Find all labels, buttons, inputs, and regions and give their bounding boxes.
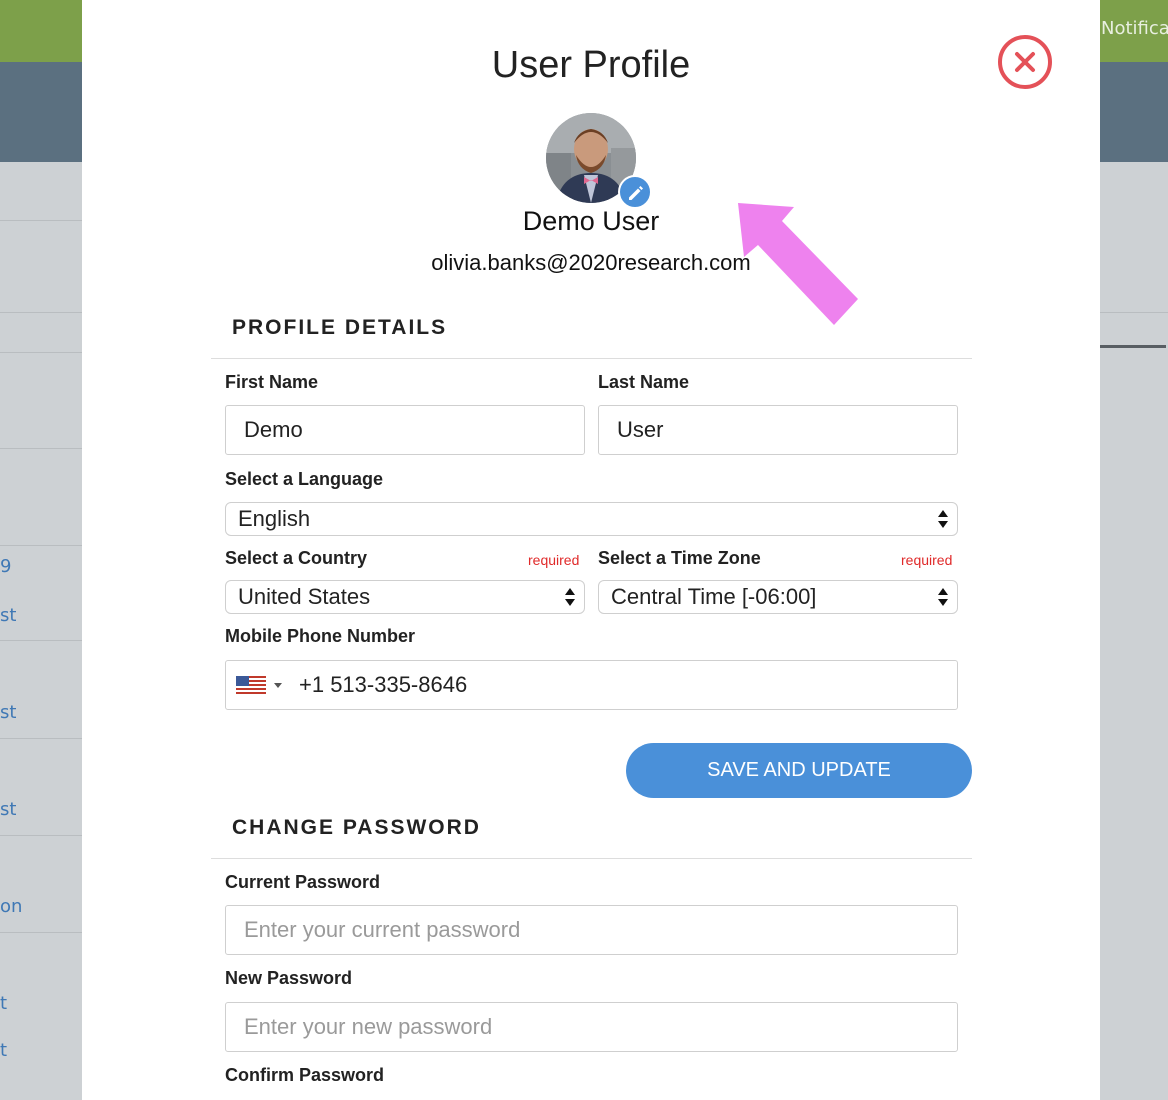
profile-details-heading: PROFILE DETAILS	[232, 316, 448, 339]
select-caret-icon	[938, 510, 948, 528]
confirm-password-label: Confirm Password	[225, 1065, 385, 1085]
background-link[interactable]: t	[0, 1040, 7, 1061]
new-password-input[interactable]: Enter your new password	[225, 1002, 958, 1052]
last-name-label: Last Name	[598, 372, 690, 392]
country-required-badge: required	[528, 552, 580, 568]
new-password-label: New Password	[225, 968, 353, 988]
background-row-divider	[0, 448, 82, 449]
language-label: Select a Language	[225, 469, 384, 489]
notifications-label[interactable]: Notifica	[1101, 18, 1168, 39]
country-label: Select a Country	[225, 548, 368, 568]
edit-avatar-button[interactable]	[618, 175, 652, 209]
close-button[interactable]	[998, 35, 1052, 89]
country-select-value: United States	[238, 584, 371, 609]
phone-input[interactable]: +1 513-335-8646	[225, 660, 958, 710]
modal-title: User Profile	[491, 44, 691, 86]
background-row-divider	[0, 220, 82, 221]
background-row-divider	[0, 352, 82, 353]
background-link[interactable]: st	[0, 605, 16, 626]
language-select[interactable]: English	[225, 502, 958, 536]
language-select-value: English	[238, 506, 311, 531]
background-link[interactable]: t	[0, 993, 7, 1014]
user-email: olivia.banks@2020research.com	[431, 250, 751, 275]
section-divider	[211, 858, 972, 859]
background-row-divider	[1100, 312, 1168, 313]
select-caret-icon	[938, 588, 948, 606]
background-link[interactable]: 9	[0, 556, 11, 577]
country-code-dropdown-icon[interactable]	[274, 683, 282, 688]
background-progress-bar	[1100, 345, 1166, 348]
background-row-divider	[0, 640, 82, 641]
user-display-name: Demo User	[522, 206, 660, 236]
edit-pencil-icon	[629, 186, 643, 200]
current-password-label: Current Password	[225, 872, 381, 892]
save-and-update-button[interactable]: SAVE AND UPDATE	[626, 743, 972, 798]
background-link[interactable]: on	[0, 896, 22, 917]
change-password-heading: CHANGE PASSWORD	[232, 816, 481, 839]
background-link[interactable]: st	[0, 799, 16, 820]
background-link[interactable]: st	[0, 702, 16, 723]
phone-value: +1 513-335-8646	[299, 672, 468, 697]
last-name-input[interactable]: User	[598, 405, 958, 455]
current-password-input[interactable]: Enter your current password	[225, 905, 958, 955]
timezone-label: Select a Time Zone	[598, 548, 761, 568]
background-row-divider	[0, 738, 82, 739]
background-row-divider	[0, 312, 82, 313]
us-flag-icon[interactable]	[236, 676, 266, 694]
select-caret-icon	[565, 588, 575, 606]
timezone-select-value: Central Time [-06:00]	[611, 584, 817, 609]
close-icon	[1015, 52, 1035, 72]
section-divider	[211, 358, 972, 359]
timezone-select[interactable]: Central Time [-06:00]	[598, 580, 958, 614]
annotation-arrow-icon	[738, 203, 858, 325]
timezone-required-badge: required	[901, 552, 953, 568]
background-row-divider	[0, 835, 82, 836]
background-row-divider	[0, 932, 82, 933]
background-row-divider	[0, 545, 82, 546]
phone-label: Mobile Phone Number	[225, 626, 416, 646]
country-select[interactable]: United States	[225, 580, 585, 614]
first-name-input[interactable]: Demo	[225, 405, 585, 455]
user-profile-modal: User Profile Demo User olivia.banks@2020…	[82, 0, 1100, 1100]
first-name-label: First Name	[225, 372, 319, 392]
